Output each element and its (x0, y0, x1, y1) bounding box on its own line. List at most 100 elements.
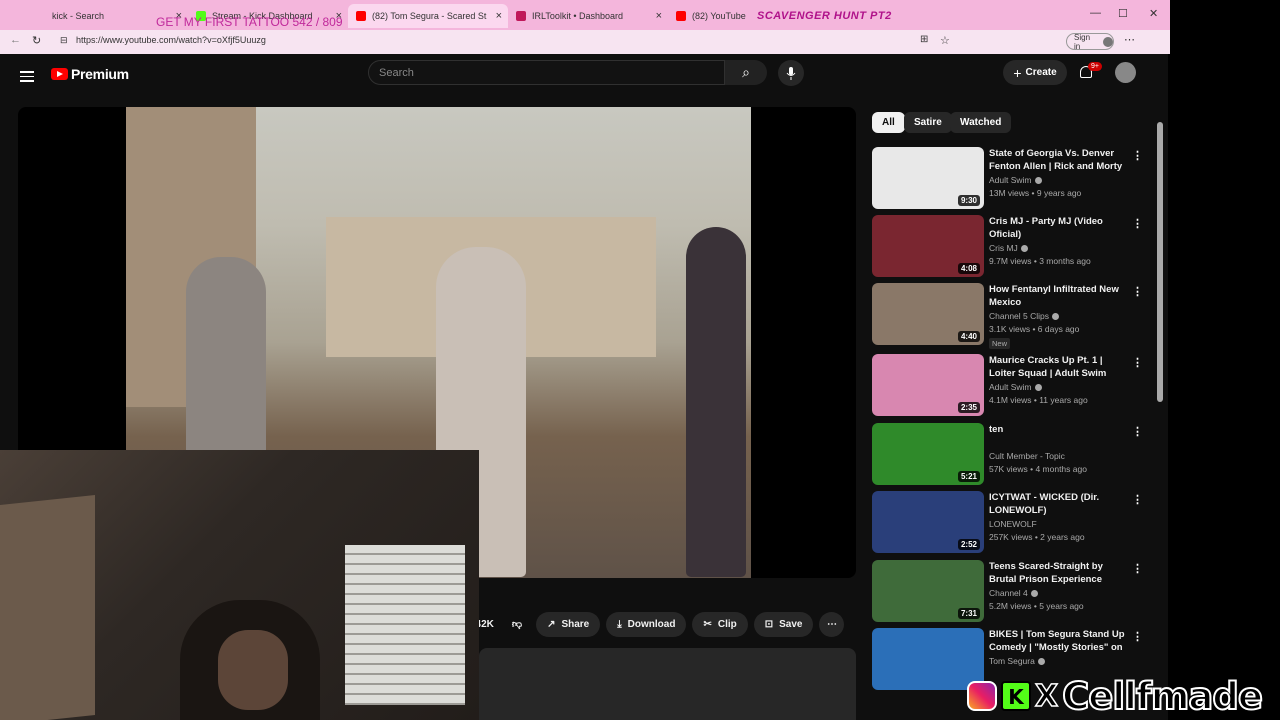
video-thumbnail[interactable]: 5:21 (872, 423, 984, 485)
save-button[interactable]: ⊡ Save (753, 611, 814, 637)
address-bar: ← ↻ ⊟ https://www.youtube.com/watch?v=oX… (0, 30, 1170, 54)
recommendation-item[interactable]: 2:35 Maurice Cracks Up Pt. 1 | Loiter Squ… (872, 354, 1157, 418)
video-duration: 5:21 (957, 471, 980, 482)
tab-youtube-video[interactable]: (82) Tom Segura - Scared St × (348, 4, 508, 28)
video-meta: 4.1M views • 11 years ago (989, 395, 1088, 405)
plus-icon: + (1013, 64, 1022, 81)
more-options-icon[interactable]: ⋮ (1132, 217, 1143, 230)
video-title[interactable]: ten (989, 423, 1127, 436)
video-title[interactable]: How Fentanyl Infiltrated New Mexico (989, 283, 1127, 309)
back-icon[interactable]: ← (10, 34, 21, 46)
clip-button[interactable]: ✂ Clip (692, 611, 748, 637)
tab-youtube[interactable]: (82) YouTube (668, 4, 758, 28)
page-scrollbar[interactable] (1157, 122, 1163, 402)
video-title[interactable]: Teens Scared-Straight by Brutal Prison E… (989, 560, 1127, 586)
video-thumbnail[interactable]: 4:08 (872, 215, 984, 277)
screen: kick - Search × Stream - Kick Dashboard … (0, 0, 1280, 720)
video-duration: 2:35 (957, 402, 980, 413)
window-close-icon[interactable]: ✕ (1149, 7, 1158, 20)
chip-satire[interactable]: Satire (904, 112, 952, 133)
video-title[interactable]: Cris MJ - Party MJ (Video Oficial) (989, 215, 1127, 241)
create-label: Create (1025, 67, 1057, 78)
hamburger-menu-icon[interactable] (20, 68, 34, 85)
download-icon: ⤓ (617, 618, 622, 630)
voice-search-button[interactable] (778, 60, 804, 86)
video-title[interactable]: Maurice Cracks Up Pt. 1 | Loiter Squad |… (989, 354, 1127, 380)
video-title[interactable]: ICYTWAT - WICKED (Dir. LONEWOLF) (989, 491, 1127, 517)
video-thumbnail[interactable]: 2:35 (872, 354, 984, 416)
video-duration: 4:08 (957, 263, 980, 274)
site-info-icon[interactable]: ⊟ (60, 35, 68, 46)
channel-name-row[interactable]: Cult Member - Topic (989, 451, 1065, 461)
maximize-icon[interactable]: ☐ (1118, 7, 1128, 20)
create-button[interactable]: + Create (1003, 60, 1067, 85)
reload-icon[interactable]: ↻ (32, 34, 41, 47)
recommendation-item[interactable]: 2:52 ICYTWAT - WICKED (Dir. LONEWOLF) LONE… (872, 491, 1157, 555)
profile-icon (1103, 36, 1113, 47)
social-handle-overlay: K X Cellfmade (963, 672, 1280, 720)
thumbs-down-icon: 👎︎ (511, 619, 523, 630)
search-button[interactable]: ⌕ (725, 60, 767, 85)
channel-name-row[interactable]: LONEWOLF (989, 519, 1037, 529)
search-input[interactable]: Search (368, 60, 725, 85)
kick-icon: K (1001, 681, 1031, 711)
tab-irltoolkit[interactable]: IRLToolkit • Dashboard × (508, 4, 668, 28)
tab-title: (82) Tom Segura - Scared St (372, 11, 487, 21)
recommendation-item[interactable]: 9:30 State of Georgia Vs. Denver Fenton A… (872, 147, 1157, 211)
chip-all[interactable]: All (872, 112, 905, 133)
sign-in-button[interactable]: Sign in (1066, 32, 1114, 51)
channel-name-row[interactable]: Tom Segura (989, 656, 1045, 666)
more-options-icon[interactable]: ⋮ (1132, 562, 1143, 575)
minimize-icon[interactable]: — (1090, 7, 1101, 19)
channel-name-row[interactable]: Channel 5 Clips (989, 311, 1060, 321)
more-options-icon[interactable]: ⋮ (1132, 149, 1143, 162)
save-label: Save (779, 618, 803, 630)
video-meta: 257K views • 2 years ago (989, 532, 1085, 542)
account-avatar[interactable] (1115, 62, 1136, 83)
video-thumbnail[interactable]: 7:31 (872, 560, 984, 622)
youtube-icon (356, 11, 366, 21)
description-box[interactable] (479, 648, 856, 720)
search-icon (36, 11, 46, 21)
more-options-icon[interactable]: ⋮ (1132, 493, 1143, 506)
recommendation-item[interactable]: 7:31 Teens Scared-Straight by Brutal Pris… (872, 560, 1157, 624)
video-meta: 13M views • 9 years ago (989, 188, 1082, 198)
channel-name-row[interactable]: Adult Swim (989, 175, 1042, 185)
video-meta: 57K views • 4 months ago (989, 464, 1087, 474)
channel-name-row[interactable]: Adult Swim (989, 382, 1042, 392)
video-thumbnail[interactable]: 4:40 (872, 283, 984, 345)
video-thumbnail[interactable]: 9:30 (872, 147, 984, 209)
youtube-premium-logo[interactable]: Premium (51, 66, 129, 82)
menu-dots-icon[interactable]: ⋯ (1124, 33, 1135, 46)
more-options-icon[interactable]: ⋮ (1132, 425, 1143, 438)
more-actions-button[interactable]: ⋯ (819, 611, 845, 637)
split-screen-icon[interactable]: ⊞ (920, 34, 928, 45)
download-button[interactable]: ⤓ Download (606, 611, 687, 637)
sign-in-label: Sign in (1074, 32, 1091, 51)
new-badge: New (989, 338, 1011, 349)
more-options-icon[interactable]: ⋮ (1132, 285, 1143, 298)
verified-badge-icon (1020, 245, 1028, 253)
dislike-button[interactable]: 👎︎ (504, 612, 530, 637)
download-label: Download (627, 618, 676, 630)
microphone-icon (786, 66, 796, 80)
video-thumbnail[interactable]: 2:52 (872, 491, 984, 553)
close-icon[interactable]: × (656, 10, 662, 22)
url-field[interactable]: https://www.youtube.com/watch?v=oXfjf5Uu… (76, 35, 266, 45)
recommendation-item[interactable]: 4:08 Cris MJ - Party MJ (Video Oficial) Cr… (872, 215, 1157, 279)
recommendation-item[interactable]: 4:40 How Fentanyl Infiltrated New Mexico C… (872, 283, 1157, 349)
irltoolkit-icon (516, 11, 526, 21)
favorite-star-icon[interactable]: ☆ (940, 34, 950, 47)
channel-name-row[interactable]: Channel 4 (989, 588, 1038, 598)
scissors-icon: ✂ (703, 618, 712, 630)
video-title[interactable]: BIKES | Tom Segura Stand Up Comedy | "Mo… (989, 628, 1127, 654)
video-title[interactable]: State of Georgia Vs. Denver Fenton Allen… (989, 147, 1127, 173)
share-button[interactable]: ↗ Share (536, 611, 601, 637)
close-icon[interactable]: × (496, 10, 502, 22)
chip-watched[interactable]: Watched (950, 112, 1012, 133)
channel-name-row[interactable]: Cris MJ (989, 243, 1028, 253)
channel-name: LONEWOLF (989, 519, 1037, 529)
more-options-icon[interactable]: ⋮ (1132, 356, 1143, 369)
more-options-icon[interactable]: ⋮ (1132, 630, 1143, 643)
recommendation-item[interactable]: 5:21 ten Cult Member - Topic 57K views • 4 … (872, 423, 1157, 487)
